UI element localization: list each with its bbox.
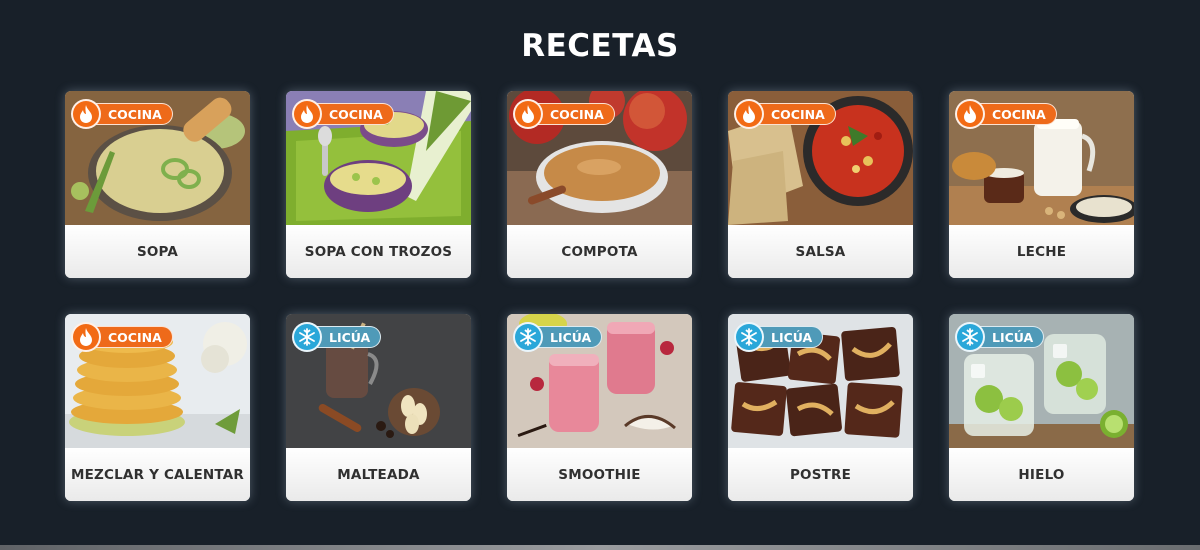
recipe-card-sopa-con-trozos[interactable]: COCINA SOPA CON TROZOS	[286, 91, 471, 278]
recipe-card-salsa[interactable]: COCINA SALSA	[728, 91, 913, 278]
snowflake-icon	[292, 322, 322, 352]
recipe-card-mezclar-y-calentar[interactable]: COCINA MEZCLAR Y CALENTAR	[65, 314, 250, 501]
recipe-label: HIELO	[1018, 466, 1065, 483]
recipe-label: MEZCLAR Y CALENTAR	[70, 466, 245, 483]
bottom-bar	[0, 545, 1200, 550]
cook-badge: COCINA	[71, 322, 173, 352]
badge-label: LICÚA	[312, 326, 382, 348]
recipe-label: SALSA	[795, 243, 846, 260]
recipe-card-malteada[interactable]: LICÚA MALTEADA	[286, 314, 471, 501]
recipe-card-postre[interactable]: LICÚA POSTRE	[728, 314, 913, 501]
page-title: RECETAS	[521, 28, 679, 64]
badge-label: COCINA	[533, 103, 615, 125]
badge-label: COCINA	[91, 326, 173, 348]
recipe-card-sopa[interactable]: COCINA SOPA	[65, 91, 250, 278]
recipe-card-hielo[interactable]: LICÚA HIELO	[949, 314, 1134, 501]
cook-badge: COCINA	[71, 99, 173, 129]
flame-icon	[71, 99, 101, 129]
blend-badge: LICÚA	[955, 322, 1045, 352]
snowflake-icon	[513, 322, 543, 352]
cook-badge: COCINA	[513, 99, 615, 129]
badge-label: LICÚA	[533, 326, 603, 348]
recipe-label: MALTEADA	[337, 466, 420, 483]
snowflake-icon	[734, 322, 764, 352]
recipe-label: SMOOTHIE	[558, 466, 641, 483]
recipe-grid: COCINA SOPA COCINA SOPA CON TROZOS COCIN…	[65, 91, 1134, 501]
badge-label: COCINA	[754, 103, 836, 125]
badge-label: COCINA	[975, 103, 1057, 125]
flame-icon	[955, 99, 985, 129]
recipe-label: SOPA CON TROZOS	[304, 243, 453, 260]
snowflake-icon	[955, 322, 985, 352]
flame-icon	[513, 99, 543, 129]
blend-badge: LICÚA	[734, 322, 824, 352]
recipe-label: POSTRE	[789, 466, 852, 483]
blend-badge: LICÚA	[292, 322, 382, 352]
badge-label: COCINA	[91, 103, 173, 125]
badge-label: COCINA	[312, 103, 394, 125]
cook-badge: COCINA	[955, 99, 1057, 129]
recipe-card-smoothie[interactable]: LICÚA SMOOTHIE	[507, 314, 692, 501]
recipe-card-compota[interactable]: COCINA COMPOTA	[507, 91, 692, 278]
recipe-card-leche[interactable]: COCINA LECHE	[949, 91, 1134, 278]
recipe-label: COMPOTA	[561, 243, 638, 260]
cook-badge: COCINA	[734, 99, 836, 129]
flame-icon	[292, 99, 322, 129]
flame-icon	[71, 322, 101, 352]
badge-label: LICÚA	[754, 326, 824, 348]
badge-label: LICÚA	[975, 326, 1045, 348]
recipe-label: SOPA	[136, 243, 179, 260]
recipe-label: LECHE	[1016, 243, 1067, 260]
flame-icon	[734, 99, 764, 129]
blend-badge: LICÚA	[513, 322, 603, 352]
cook-badge: COCINA	[292, 99, 394, 129]
